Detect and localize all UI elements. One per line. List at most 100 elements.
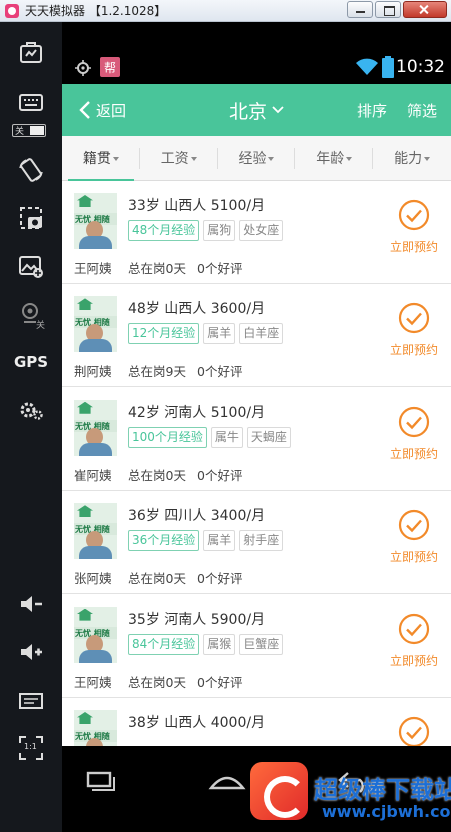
fullscreen-button[interactable]: 1:1 [0,726,62,770]
home-button[interactable] [207,768,247,798]
status-time: 10:32 [396,57,445,77]
worker-salary: 5900/月 [210,611,266,628]
minimize-button[interactable] [347,1,373,18]
sort-button[interactable]: 排序 [357,84,387,136]
star-sign-tag: 处女座 [239,220,284,241]
city-label: 北京 [228,100,267,123]
location-icon [75,60,91,76]
app-store-button[interactable] [0,30,62,74]
close-button[interactable] [403,1,447,18]
menu-button[interactable] [0,678,62,722]
worker-card[interactable]: 无忧 相随 42岁 河南人 5100/月 100个月经验 属牛 天蝎座 崔阿姨 总在岗0天 0… [62,387,451,491]
worker-name: 崔阿姨 [74,467,112,483]
volume-down-button[interactable] [0,582,62,626]
worker-origin: 河南人 [164,404,207,421]
filter-tabs: 籍贯 工资 经验 年龄 能力 [62,136,451,181]
body-shape [79,546,112,560]
settings-icon [20,402,43,420]
filter-tab-label: 工资 [160,151,189,167]
emulator-window: 天天模拟器 【1.2.1028】 关 关 GPS 1:1 帮 10:32 返回 … [0,0,451,832]
check-circle-icon [398,716,430,746]
worker-name: 王阿姨 [74,674,112,690]
app-store-icon [20,42,42,63]
logo-house-icon [77,298,93,311]
keyboard-button[interactable] [0,80,62,124]
book-now-button[interactable]: 立即预约 [382,613,446,669]
watermark-title: 超级棒下载站 [314,776,451,804]
wifi-icon [356,58,378,75]
back-label: 返回 [96,101,127,120]
book-now-button[interactable] [382,716,446,746]
worker-salary: 4000/月 [210,715,266,731]
worker-salary: 3400/月 [210,508,266,525]
book-now-button[interactable]: 立即预约 [382,406,446,462]
recent-apps-button[interactable] [80,768,120,798]
worker-origin: 山西人 [164,198,207,214]
logo-house-icon [77,505,93,518]
worker-summary: 48岁 山西人 3600/月 [128,298,265,318]
worker-summary: 33岁 山西人 5100/月 [128,195,265,215]
experience-tag: 48个月经验 [128,220,200,241]
keyboard-toggle[interactable]: 关 [12,124,46,137]
worker-summary: 38岁 山西人 4000/月 [128,712,265,732]
screenshot-button[interactable] [0,196,62,240]
back-arrow-icon [79,101,90,119]
keyboard-toggle-label: 关 [15,127,25,137]
book-now-label: 立即预约 [389,550,438,565]
zodiac-tag: 属羊 [203,323,236,345]
filter-tab[interactable]: 工资 [140,136,218,180]
maximize-button[interactable] [375,1,401,18]
fullscreen-label: 1:1 [24,742,37,751]
worker-age: 33岁 [128,198,160,214]
worker-card[interactable]: 无忧 相随 48岁 山西人 3600/月 12个月经验 属羊 白羊座 荆阿姨 总在岗9天 0个… [62,284,451,388]
worker-card[interactable]: 无忧 相随 38岁 山西人 4000/月 [62,698,451,746]
worker-reviews: 0个好评 [197,467,243,483]
logo-house-icon [77,608,93,621]
worker-on-duty: 总在岗9天 [128,364,186,380]
filter-button[interactable]: 筛选 [407,84,437,136]
caret-down-icon [424,157,431,161]
settings-button[interactable] [0,388,62,432]
filter-tab-label: 能力 [394,151,423,167]
worker-name: 王阿姨 [74,261,112,276]
back-button[interactable]: 返回 [78,84,126,136]
volume-up-icon [21,644,42,660]
book-now-button[interactable]: 立即预约 [382,302,446,358]
camera-button[interactable]: 关 [0,292,62,336]
book-now-label: 立即预约 [389,343,438,358]
worker-summary: 35岁 河南人 5900/月 [128,609,265,629]
check-circle-icon [398,510,430,541]
logo-house-icon [77,712,93,724]
volume-down-icon [21,596,42,612]
logo-house-icon [77,401,93,414]
worker-origin: 四川人 [164,508,207,525]
check-circle-icon [398,199,430,231]
gps-button[interactable]: GPS [0,340,62,384]
worker-tags: 48个月经验 属狗 处女座 [128,220,287,241]
book-now-button[interactable]: 立即预约 [382,509,446,565]
star-sign-tag: 巨蟹座 [239,633,284,655]
book-now-button[interactable]: 立即预约 [382,199,446,255]
filter-tab[interactable]: 经验 [218,136,296,180]
city-selector[interactable]: 北京 [229,97,284,124]
worker-salary: 3600/月 [210,301,266,318]
filter-tab-label: 年龄 [316,151,345,167]
book-now-label: 立即预约 [389,446,438,461]
volume-up-button[interactable] [0,630,62,674]
worker-card[interactable]: 无忧 相随 35岁 河南人 5900/月 84个月经验 属猴 巨蟹座 王阿姨 总在岗0天 0个… [62,594,451,698]
keyboard-icon [19,94,43,111]
worker-name: 荆阿姨 [74,364,112,380]
logo-house-icon [77,195,93,207]
caret-down-icon [268,157,275,161]
worker-card[interactable]: 无忧 相随 36岁 四川人 3400/月 36个月经验 属羊 射手座 张阿姨 总在岗0天 0个… [62,491,451,595]
rotate-screen-button[interactable] [0,148,62,192]
add-image-button[interactable] [0,244,62,288]
zodiac-tag: 属牛 [210,426,243,448]
filter-tab[interactable]: 能力 [373,136,451,180]
worker-list[interactable]: 无忧 相随 33岁 山西人 5100/月 48个月经验 属狗 处女座 王阿姨 总在岗0天 0个… [62,181,451,746]
android-screen: 帮 10:32 返回 北京 排序 筛选 籍贯 工资 经验 年龄 能力 无忧 相随 33岁 … [62,22,451,832]
window-title: 天天模拟器 【1.2.1028】 [25,4,167,18]
filter-tab[interactable]: 籍贯 [62,136,140,181]
filter-tab[interactable]: 年龄 [295,136,373,180]
worker-card[interactable]: 无忧 相随 33岁 山西人 5100/月 48个月经验 属狗 处女座 王阿姨 总在岗0天 0个… [62,181,451,284]
